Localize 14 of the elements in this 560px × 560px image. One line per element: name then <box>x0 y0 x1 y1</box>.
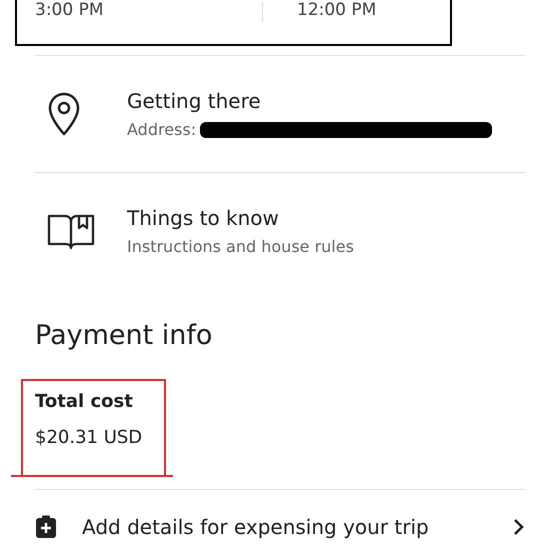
book-icon <box>47 212 95 250</box>
map-pin-icon <box>47 92 81 136</box>
checkout-time: 12:00 PM <box>297 2 376 19</box>
add-document-icon <box>35 514 57 539</box>
section-subtitle: Address: <box>127 120 196 140</box>
chevron-right-icon <box>513 518 525 536</box>
section-title: Things to know <box>127 206 280 230</box>
section-heading: Payment info <box>35 319 214 353</box>
check-in-time: 3:00 PM <box>35 2 104 19</box>
total-cost-label: Total cost <box>35 390 134 414</box>
total-cost-value: $20.31 USD <box>35 427 144 450</box>
expense-details-link[interactable]: Add details for expensing your trip <box>35 512 525 542</box>
section-subtitle: Instructions and house rules <box>127 236 354 256</box>
section-title: Getting there <box>127 88 262 114</box>
